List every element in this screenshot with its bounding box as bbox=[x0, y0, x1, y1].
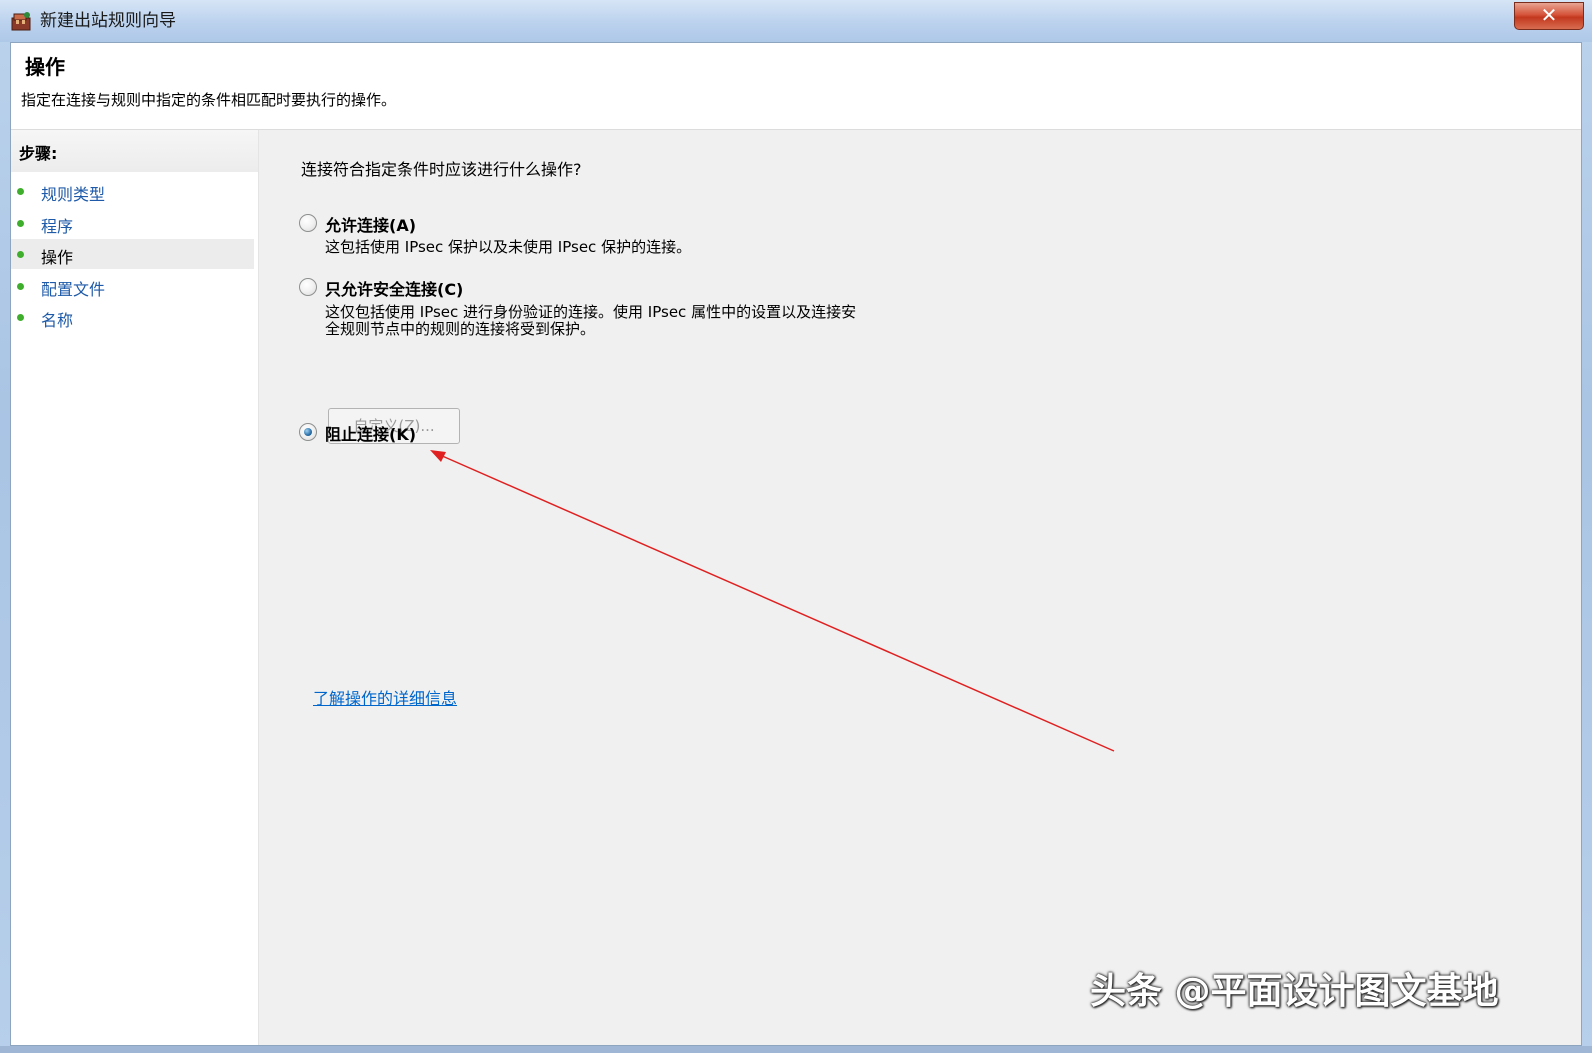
firewall-app-icon bbox=[11, 12, 31, 31]
allow-secure-description-line1: 这仅包括使用 IPsec 进行身份验证的连接。使用 IPsec 属性中的设置以及… bbox=[325, 303, 857, 321]
allow-secure-label[interactable]: 只允许安全连接(C) bbox=[325, 276, 463, 300]
block-connection-radio[interactable] bbox=[299, 423, 317, 441]
window-title: 新建出站规则向导 bbox=[40, 11, 176, 31]
watermark-text: 头条 @平面设计图文基地 bbox=[1090, 971, 1499, 1012]
allow-secure-description-line2: 全规则节点中的规则的连接将受到保护。 bbox=[325, 320, 596, 338]
steps-header: 步骤: bbox=[11, 130, 258, 172]
learn-more-link[interactable]: 了解操作的详细信息 bbox=[313, 685, 457, 709]
step-bullet-icon bbox=[17, 251, 24, 258]
page-title: 操作 bbox=[25, 55, 65, 79]
step-bullet-icon bbox=[17, 188, 24, 195]
step-rule-type[interactable]: 规则类型 bbox=[11, 176, 254, 206]
step-label: 名称 bbox=[41, 311, 74, 330]
action-question: 连接符合指定条件时应该进行什么操作? bbox=[301, 160, 582, 179]
allow-secure-radio[interactable] bbox=[299, 278, 317, 296]
step-action[interactable]: 操作 bbox=[11, 239, 254, 269]
step-label: 程序 bbox=[41, 217, 74, 236]
client-area: 操作 指定在连接与规则中指定的条件相匹配时要执行的操作。 步骤: 规则类型 程序… bbox=[10, 42, 1582, 1046]
page-description: 指定在连接与规则中指定的条件相匹配时要执行的操作。 bbox=[21, 91, 397, 109]
step-bullet-icon bbox=[17, 283, 24, 290]
title-bar[interactable]: 新建出站规则向导 ✕ bbox=[0, 0, 1592, 42]
allow-connection-label[interactable]: 允许连接(A) bbox=[325, 212, 416, 236]
step-program[interactable]: 程序 bbox=[11, 208, 254, 238]
steps-panel: 步骤: 规则类型 程序 操作 配置文件 名称 bbox=[11, 130, 259, 1045]
allow-connection-radio[interactable] bbox=[299, 214, 317, 232]
main-panel: 连接符合指定条件时应该进行什么操作? 允许连接(A) 这包括使用 IPsec 保… bbox=[259, 130, 1581, 1045]
allow-connection-description: 这包括使用 IPsec 保护以及未使用 IPsec 保护的连接。 bbox=[325, 238, 692, 256]
close-icon: ✕ bbox=[1540, 3, 1558, 27]
step-profile[interactable]: 配置文件 bbox=[11, 271, 254, 301]
window-bottom-border bbox=[0, 1046, 1592, 1053]
block-connection-label[interactable]: 阻止连接(K) bbox=[325, 421, 416, 445]
steps-title: 步骤: bbox=[19, 144, 58, 163]
wizard-window: 新建出站规则向导 ✕ 操作 指定在连接与规则中指定的条件相匹配时要执行的操作。 … bbox=[0, 0, 1592, 1053]
step-label: 配置文件 bbox=[41, 280, 106, 299]
close-button[interactable]: ✕ bbox=[1514, 2, 1584, 30]
step-label: 操作 bbox=[41, 248, 74, 267]
step-name[interactable]: 名称 bbox=[11, 302, 254, 332]
page-header: 操作 指定在连接与规则中指定的条件相匹配时要执行的操作。 bbox=[11, 43, 1581, 130]
step-bullet-icon bbox=[17, 220, 24, 227]
step-label: 规则类型 bbox=[41, 185, 106, 204]
step-bullet-icon bbox=[17, 314, 24, 321]
